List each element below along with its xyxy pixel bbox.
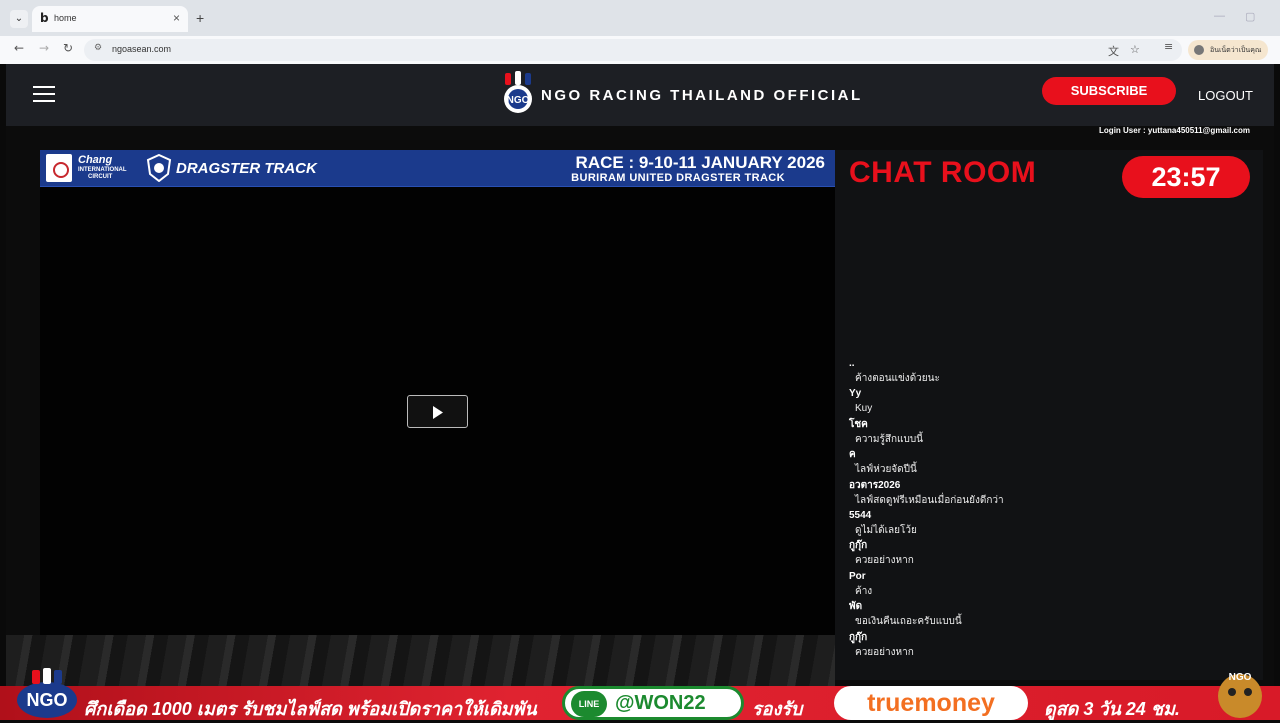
window-minimize-button[interactable]: — bbox=[1214, 10, 1225, 22]
subscribe-button[interactable]: SUBSCRIBE bbox=[1042, 77, 1176, 105]
line-id: @WON22 bbox=[615, 692, 706, 714]
tab-search-dropdown-icon[interactable]: ⌄ bbox=[10, 10, 28, 28]
chang-label: Chang bbox=[78, 154, 113, 166]
chat-username: ค bbox=[849, 449, 856, 461]
chat-message-list[interactable]: .. ค้างตอนแข่งด้วยนะ Yy Kuy โชคความรู้สึกแบบ… bbox=[849, 356, 1249, 660]
tab-close-icon[interactable]: × bbox=[173, 11, 180, 25]
chat-message: กูกุ๊กควยอย่างหาก bbox=[849, 538, 1249, 568]
chat-text: ขอเงินคืนเถอะครับแบบนี้ bbox=[855, 616, 962, 628]
browser-tab-home[interactable]: b home × bbox=[32, 6, 188, 32]
translate-icon[interactable]: 文 bbox=[1108, 43, 1119, 59]
back-icon[interactable]: ← bbox=[14, 41, 24, 55]
reload-icon[interactable]: ↻ bbox=[63, 41, 73, 55]
reading-list-icon[interactable]: ≡ bbox=[1164, 40, 1173, 53]
ngo-logo-icon: NGO bbox=[504, 71, 532, 113]
browser-tab-bar: ⌄ b home × + — ▢ bbox=[0, 0, 1280, 36]
video-player[interactable] bbox=[40, 187, 835, 635]
countdown-timer: 23:57 bbox=[1122, 156, 1250, 198]
chat-username: กูกุ๊ก bbox=[849, 540, 868, 552]
ngo-ad-logo-icon: NGO bbox=[17, 668, 77, 718]
race-venue: BURIRAM UNITED DRAGSTER TRACK bbox=[571, 172, 785, 184]
forward-icon[interactable]: → bbox=[39, 41, 49, 55]
brand-title: NGO RACING THAILAND OFFICIAL bbox=[541, 87, 863, 104]
buriram-emblem-icon bbox=[146, 154, 172, 182]
profile-chip[interactable]: อินเน็ตว่าเป็นคุณ bbox=[1188, 40, 1268, 60]
chat-text: Kuy bbox=[855, 403, 873, 415]
circuit-line2: CIRCUIT bbox=[88, 174, 113, 180]
circuit-logo-icon bbox=[46, 154, 72, 182]
chat-username: Yy bbox=[849, 388, 862, 400]
chat-text: ไลฟ์ห่วยจัดปีนี้ bbox=[855, 464, 917, 476]
favicon-icon: b bbox=[40, 11, 49, 25]
ad-supports-label: รองรับ bbox=[752, 699, 803, 719]
chat-username: Por bbox=[849, 570, 866, 582]
chat-username: 5544 bbox=[849, 509, 872, 521]
chat-message: Por ค้าง bbox=[849, 569, 1249, 599]
chat-text: ค้าง bbox=[855, 585, 873, 597]
url-text: ngoasean.com bbox=[112, 44, 172, 54]
race-banner: Chang INTERNATIONAL CIRCUIT DRAGSTER TRA… bbox=[40, 150, 835, 187]
chat-text: ดูไม่ได้เลยโว้ย bbox=[855, 524, 917, 536]
line-icon: LINE bbox=[571, 691, 607, 717]
ad-live-label: ดูสด 3 วัน 24 ชม. bbox=[1044, 699, 1180, 719]
chat-username: พัด bbox=[849, 601, 863, 613]
dragster-track-label: DRAGSTER TRACK bbox=[176, 160, 317, 177]
play-icon bbox=[433, 406, 443, 419]
chat-text: ค้างตอนแข่งด้วยนะ bbox=[855, 373, 940, 384]
chat-message: Yy Kuy bbox=[849, 386, 1249, 416]
line-contact-chip[interactable]: LINE @WON22 bbox=[562, 686, 744, 720]
profile-avatar-icon bbox=[1194, 45, 1204, 55]
chat-text: ควยอย่างหาก bbox=[855, 646, 914, 658]
chat-username: โชค bbox=[849, 418, 868, 430]
circuit-label: INTERNATIONAL CIRCUIT bbox=[78, 167, 127, 181]
login-user-label: Login User : yuttana450511@gmail.com bbox=[1099, 126, 1250, 135]
chat-room-panel: CHAT ROOM 23:57 .. ค้างตอนแข่งด้วยนะ Yy Kuy… bbox=[835, 150, 1263, 680]
chat-message: พัดขอเงินคืนเถอะครับแบบนี้ bbox=[849, 599, 1249, 629]
svg-text:NGO: NGO bbox=[26, 690, 67, 710]
chat-message: คไลฟ์ห่วยจัดปีนี้ bbox=[849, 447, 1249, 477]
site-info-icon[interactable]: ⚙ bbox=[94, 43, 102, 53]
ad-headline: ศึกเดือด 1000 เมตร รับชมไลฟ์สด พร้อมเปิด… bbox=[84, 699, 537, 719]
chat-message: โชคความรู้สึกแบบนี้ bbox=[849, 417, 1249, 447]
chat-username: .. bbox=[849, 358, 855, 369]
logout-button[interactable]: LOGOUT bbox=[1198, 88, 1253, 103]
site-header: NGO NGO RACING THAILAND OFFICIAL SUBSCRI… bbox=[6, 64, 1274, 126]
tab-title: home bbox=[54, 13, 77, 23]
truemoney-logo: truemoney bbox=[834, 686, 1028, 720]
menu-icon[interactable] bbox=[33, 86, 55, 102]
new-tab-button[interactable]: + bbox=[196, 10, 204, 26]
window-restore-button[interactable]: ▢ bbox=[1245, 10, 1255, 23]
chat-text: ความรู้สึกแบบนี้ bbox=[855, 433, 924, 445]
browser-address-bar: ← → ↻ ⚙ ngoasean.com 文 ☆ ≡ อินเน็ตว่าเป็… bbox=[0, 36, 1280, 64]
chat-room-title: CHAT ROOM bbox=[849, 156, 1037, 189]
tiger-mascot-icon: NGO bbox=[1218, 672, 1262, 718]
bookmark-star-icon[interactable]: ☆ bbox=[1130, 43, 1140, 56]
chat-text: ควยอย่างหาก bbox=[855, 555, 914, 567]
ad-banner[interactable]: NGO ศึกเดือด 1000 เมตร รับชมไลฟ์สด พร้อม… bbox=[0, 668, 1280, 720]
chat-message: 5544 ดูไม่ได้เลยโว้ย bbox=[849, 508, 1249, 538]
circuit-line1: INTERNATIONAL bbox=[78, 167, 127, 173]
chat-text: ไลฟ์สดดูฟรีเหมือนเมื่อก่อนยังดีกว่า bbox=[855, 494, 1004, 506]
profile-label: อินเน็ตว่าเป็นคุณ bbox=[1210, 47, 1262, 54]
chat-message: .. ค้างตอนแข่งด้วยนะ bbox=[849, 356, 1249, 386]
page-body: Login User : yuttana450511@gmail.com Cha… bbox=[6, 126, 1274, 720]
svg-text:NGO: NGO bbox=[1229, 672, 1252, 683]
chat-message: กูกุ๊กควยอย่างหาก bbox=[849, 630, 1249, 660]
chat-username: อวตาร2026 bbox=[849, 479, 901, 491]
chat-message: อวตาร2026 ไลฟ์สดดูฟรีเหมือนเมื่อก่อนยังดี… bbox=[849, 478, 1249, 508]
race-date-title: RACE : 9-10-11 JANUARY 2026 bbox=[575, 153, 825, 172]
play-button[interactable] bbox=[407, 395, 468, 428]
svg-text:NGO: NGO bbox=[507, 95, 530, 106]
chat-username: กูกุ๊ก bbox=[849, 631, 868, 643]
url-field[interactable]: ⚙ ngoasean.com 文 ☆ bbox=[84, 39, 1182, 61]
